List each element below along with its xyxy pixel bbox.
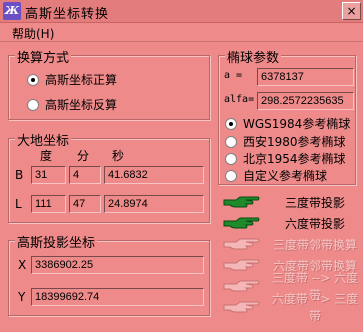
radio-inverse-indicator[interactable] — [27, 98, 39, 111]
b-min-field[interactable]: 4 — [69, 166, 101, 184]
pointing-hand-icon — [223, 259, 260, 271]
close-button[interactable]: × — [342, 2, 361, 20]
l-deg-field[interactable]: 111 — [31, 195, 66, 213]
l-sec-field[interactable]: 24.8974 — [104, 195, 204, 213]
radio-custom-indicator[interactable] — [225, 169, 237, 182]
calc-method-title: 换算方式 — [15, 47, 72, 66]
radio-wgs1984-label: WGS1984参考椭球 — [243, 117, 351, 131]
radio-xian1980[interactable]: 西安1980参考椭球 — [225, 133, 346, 150]
pointing-hand-icon — [223, 217, 260, 229]
radio-xian1980-indicator[interactable] — [225, 135, 237, 148]
header-sec: 秒 — [112, 149, 125, 163]
radio-beijing1954-label: 北京1954参考椭球 — [243, 152, 346, 166]
action-3deg-projection-label: 三度带投影 — [284, 195, 345, 210]
radio-custom-label: 自定义参考椭球 — [243, 169, 328, 183]
action-3deg-adjacent-label: 三度带邻带换算 — [272, 237, 357, 252]
menu-bar: 帮助(H) — [0, 23, 363, 42]
header-deg: 度 — [40, 149, 53, 163]
b-deg-field[interactable]: 31 — [31, 166, 66, 184]
radio-inverse-label: 高斯坐标反算 — [45, 98, 118, 112]
radio-forward-label: 高斯坐标正算 — [45, 73, 118, 87]
geodetic-group: 大地坐标 度 分 秒 B 31 4 41.6832 L 111 47 24.89… — [8, 130, 210, 223]
window-title: 高斯坐标转换 — [25, 7, 110, 22]
b-label: B — [15, 168, 24, 182]
action-6to3-label: 六度带 --> 三度带 — [271, 292, 359, 323]
x-label: X — [18, 258, 27, 272]
b-sec-field[interactable]: 41.6832 — [104, 166, 204, 184]
radio-forward[interactable]: 高斯坐标正算 — [27, 71, 117, 88]
radio-forward-indicator[interactable] — [27, 73, 39, 86]
radio-wgs1984[interactable]: WGS1984参考椭球 — [225, 115, 350, 132]
alfa-field[interactable]: 298.2572235635 — [257, 92, 354, 110]
pointing-hand-icon — [223, 238, 260, 250]
radio-beijing1954-indicator[interactable] — [225, 152, 237, 165]
pointing-hand-icon — [223, 196, 260, 208]
title-bar: Ж 高斯坐标转换 × — [0, 0, 363, 23]
ellipsoid-group: 椭球参数 a = 6378137 alfa= 298.2572235635 WG… — [218, 47, 356, 185]
action-3deg-adjacent[interactable]: 三度带邻带换算 — [222, 234, 360, 254]
l-min-field[interactable]: 47 — [69, 195, 101, 213]
calc-method-group: 换算方式 高斯坐标正算 高斯坐标反算 — [8, 47, 210, 120]
x-field[interactable]: 3386902.25 — [31, 256, 204, 274]
y-label: Y — [18, 290, 26, 304]
radio-beijing1954[interactable]: 北京1954参考椭球 — [225, 150, 346, 167]
ellipsoid-title: 椭球参数 — [225, 47, 282, 66]
pointing-hand-icon — [223, 301, 260, 313]
radio-xian1980-label: 西安1980参考椭球 — [243, 135, 346, 149]
action-6deg-projection[interactable]: 六度带投影 — [222, 213, 360, 233]
radio-inverse[interactable]: 高斯坐标反算 — [27, 96, 117, 113]
menu-help[interactable]: 帮助(H) — [12, 25, 54, 42]
header-min: 分 — [77, 149, 90, 163]
radio-wgs1984-indicator[interactable] — [225, 117, 237, 130]
alfa-label: alfa= — [224, 94, 255, 105]
l-label: L — [15, 197, 22, 211]
pointing-hand-icon — [223, 280, 260, 292]
action-6to3[interactable]: 六度带 --> 三度带 — [222, 292, 360, 323]
gauss-title: 高斯投影坐标 — [15, 232, 98, 251]
app-logo-icon: Ж — [3, 2, 21, 20]
y-field[interactable]: 18399692.74 — [31, 288, 204, 306]
action-6deg-projection-label: 六度带投影 — [284, 216, 345, 231]
a-field[interactable]: 6378137 — [257, 68, 354, 86]
a-label: a = — [224, 70, 243, 81]
gauss-group: 高斯投影坐标 X 3386902.25 Y 18399692.74 — [8, 232, 210, 316]
radio-custom[interactable]: 自定义参考椭球 — [225, 167, 327, 184]
action-3deg-projection[interactable]: 三度带投影 — [222, 192, 360, 212]
